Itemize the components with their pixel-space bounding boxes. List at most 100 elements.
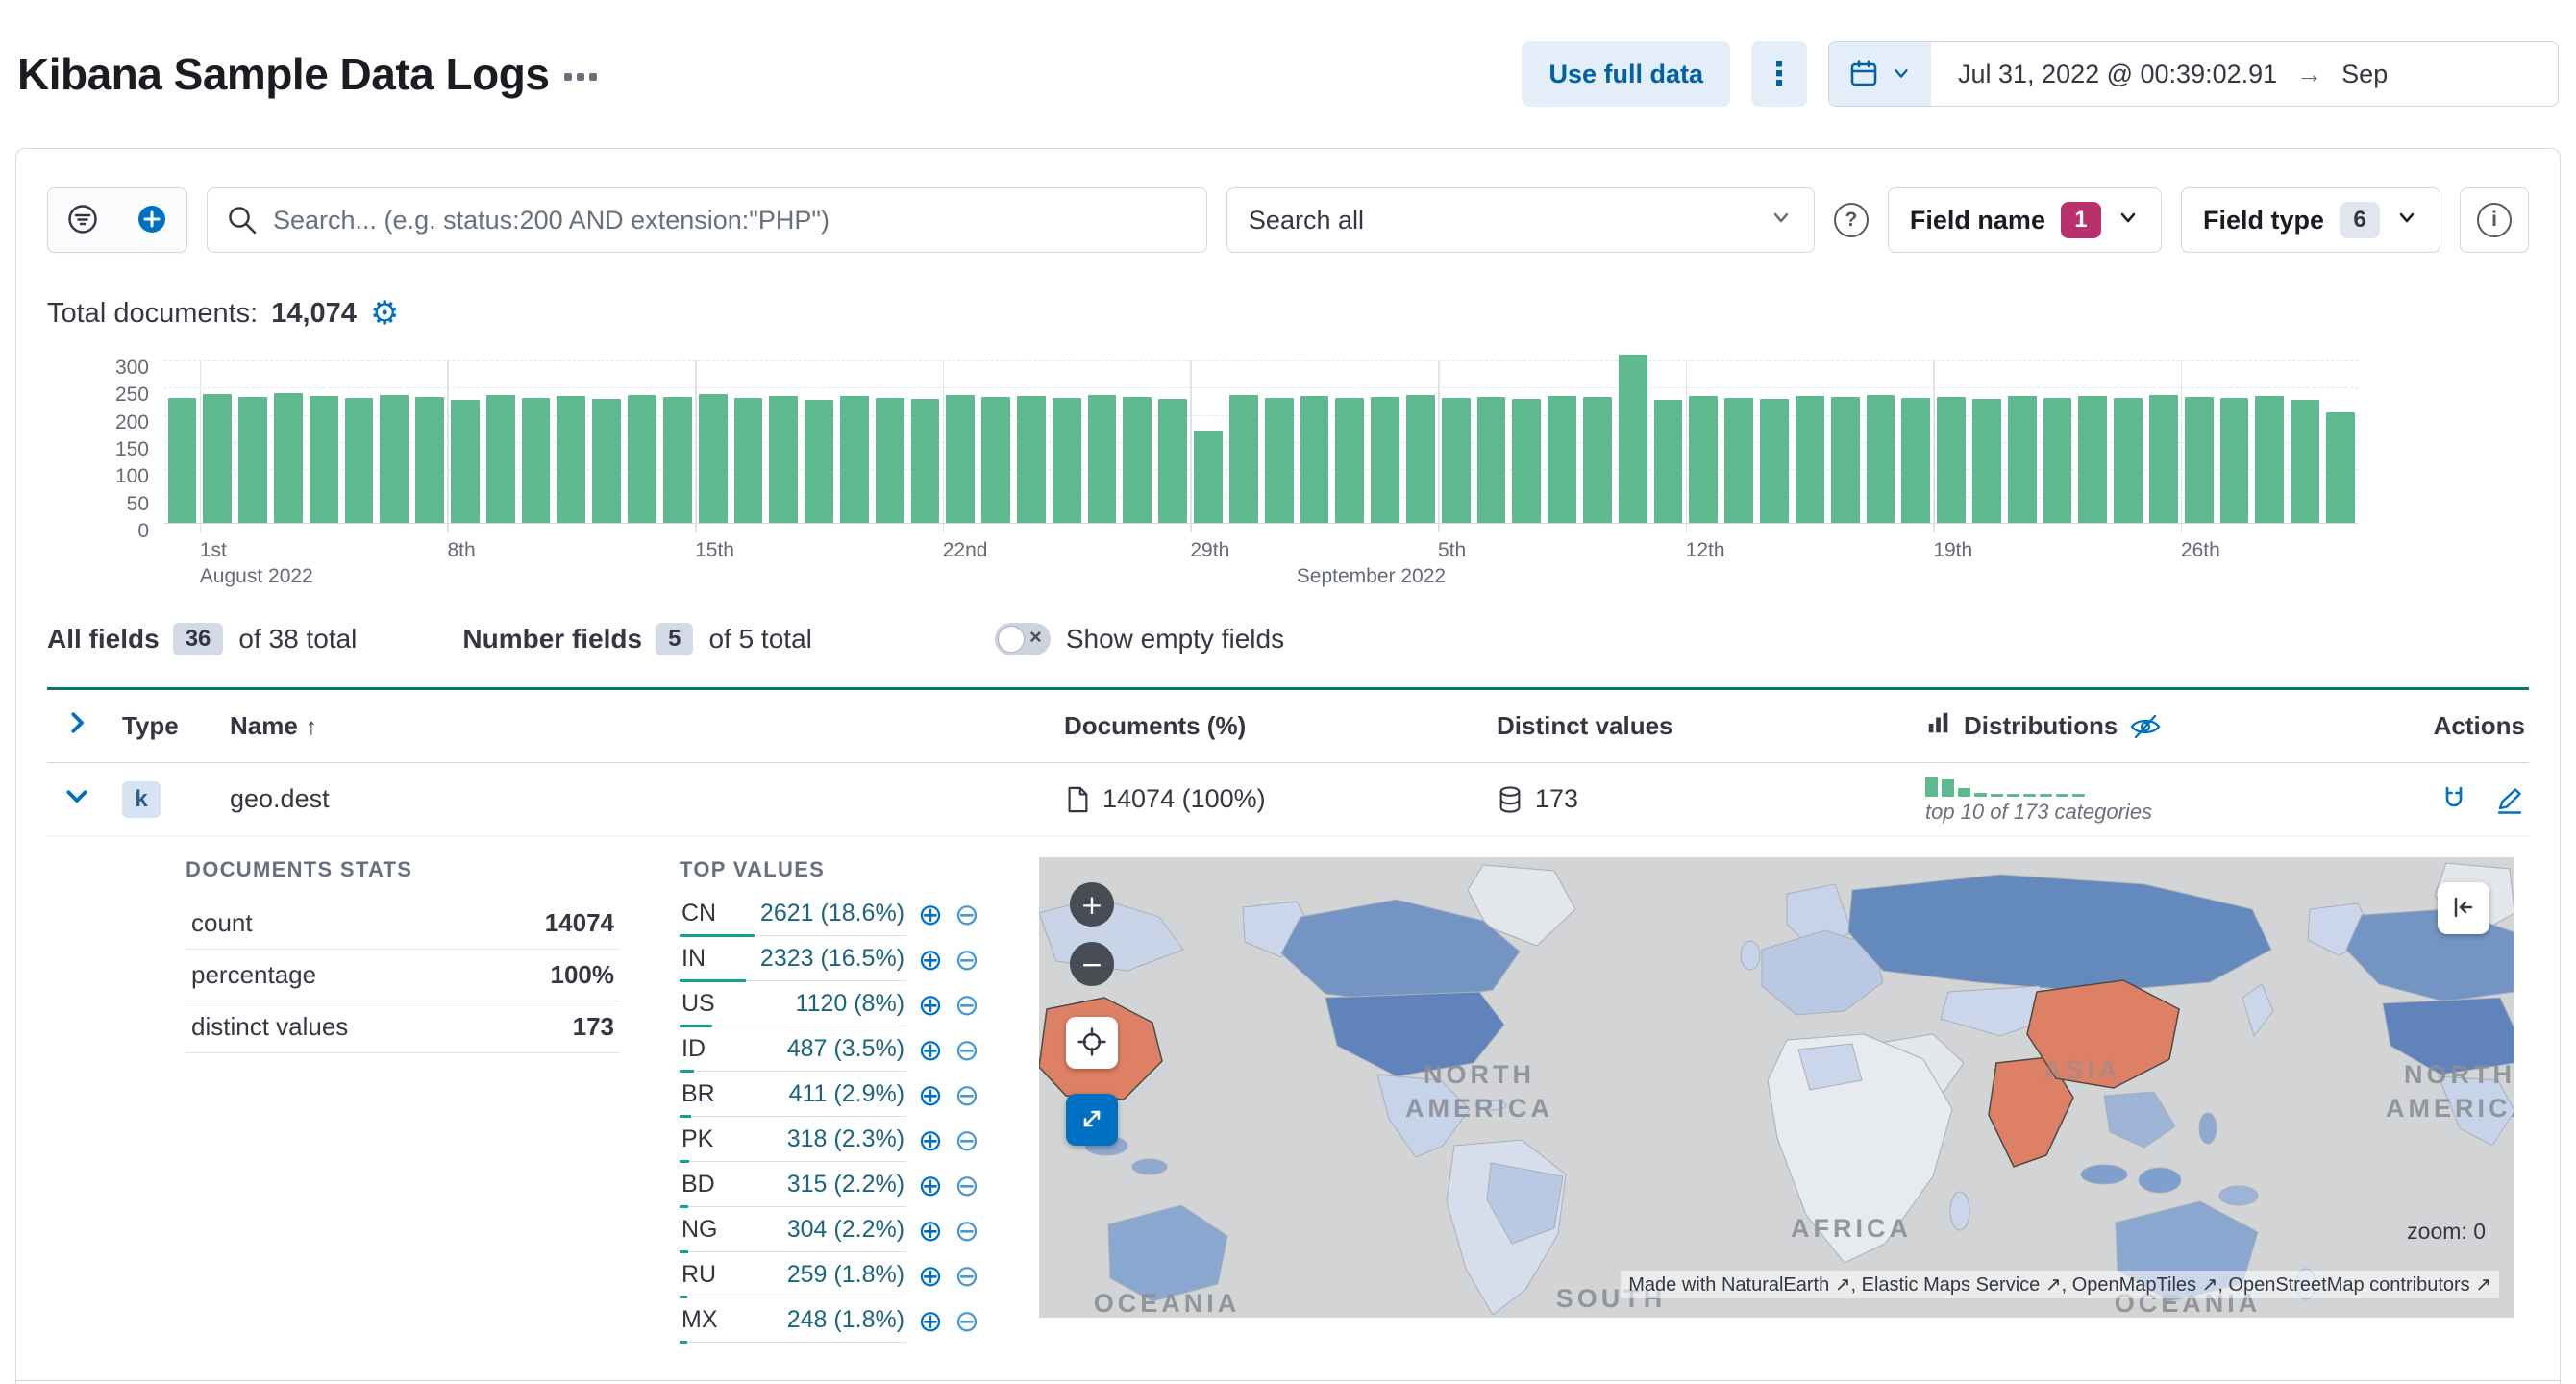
histogram-bar[interactable] [2184,397,2214,523]
help-button[interactable]: ? [1833,203,1869,237]
histogram-bar[interactable] [1405,395,1435,523]
filter-out-value-button[interactable]: ⊖ [954,900,979,930]
boxes-horizontal-icon[interactable] [564,73,598,81]
search-input[interactable] [207,187,1207,253]
info-button[interactable]: i [2460,187,2529,253]
histogram-bar[interactable] [698,393,728,523]
show-empty-fields-label[interactable]: Show empty fields [1066,624,1284,655]
histogram-bar[interactable] [1548,395,1576,523]
expand-all-button[interactable] [47,708,122,744]
histogram-bar[interactable] [238,397,267,523]
histogram-bar[interactable] [1583,397,1612,523]
filter-out-value-button[interactable]: ⊖ [954,945,979,976]
histogram-bar[interactable] [769,396,799,523]
add-filter-button[interactable] [117,188,186,252]
date-end[interactable]: Sep [2341,60,2388,89]
use-full-data-button[interactable]: Use full data [1522,41,1730,107]
quick-select-date-button[interactable] [1829,42,1931,106]
gear-icon[interactable]: ⚙ [370,294,399,333]
histogram-bar[interactable] [1158,399,1188,523]
histogram-bar[interactable] [1476,396,1506,523]
histogram-bar[interactable] [1300,396,1329,523]
histogram-bar[interactable] [733,398,763,523]
filter-out-value-button[interactable]: ⊖ [954,1306,979,1337]
histogram-bar[interactable] [1901,398,1931,523]
field-row-geo-dest[interactable]: k geo.dest 14074 (100%) 173 top 10 of 17… [47,763,2529,836]
filter-for-value-button[interactable]: ⊕ [918,945,943,976]
filter-for-value-button[interactable]: ⊕ [918,990,943,1021]
histogram-bar[interactable] [1335,398,1365,523]
histogram-bar[interactable] [1123,396,1152,523]
filter-out-value-button[interactable]: ⊖ [954,1171,979,1201]
histogram-bar[interactable] [1228,395,1258,523]
filter-out-value-button[interactable]: ⊖ [954,1125,979,1156]
histogram-bar[interactable] [1971,399,2001,523]
histogram-bar[interactable] [1264,397,1294,523]
histogram-bar[interactable] [485,395,515,523]
filter-out-value-button[interactable]: ⊖ [954,1216,979,1247]
filter-out-value-button[interactable]: ⊖ [954,1261,979,1292]
search-scope-select[interactable]: Search all [1226,187,1815,253]
header-documents[interactable]: Documents (%) [1064,711,1497,741]
histogram-bar[interactable] [1689,395,1719,523]
histogram-bar[interactable] [415,397,444,523]
legend-toggle-button[interactable] [2438,882,2489,934]
show-empty-fields-toggle[interactable]: × [994,623,1051,655]
histogram-bar[interactable] [309,395,338,523]
date-start[interactable]: Jul 31, 2022 @ 00:39:02.91 [1958,60,2277,89]
histogram-bar[interactable] [592,399,622,523]
filter-for-value-button[interactable]: ⊕ [918,1035,943,1066]
field-name[interactable]: geo.dest [230,784,1064,814]
histogram-bar[interactable] [1371,397,1399,523]
eye-slash-icon[interactable] [2129,712,2162,741]
histogram-bar[interactable] [203,393,233,523]
filter-for-value-button[interactable]: ⊕ [918,1171,943,1201]
choropleth-map[interactable]: NORTH AMERICA ASIA AFRICA OCEANIA SOUTH OCEANI… [1039,857,2514,1318]
histogram-bar[interactable] [1441,398,1471,523]
set-view-button[interactable] [1066,1017,1118,1069]
histogram-bar[interactable] [1194,431,1223,523]
histogram-bar[interactable] [1017,396,1046,523]
histogram-bar[interactable] [2043,397,2072,523]
histogram-bar[interactable] [1795,396,1824,523]
expand-map-button[interactable] [1066,1094,1118,1146]
edit-icon[interactable] [2494,784,2525,815]
histogram-bar[interactable] [2291,399,2320,523]
header-name[interactable]: Name ↑ [230,711,1064,741]
histogram-bar[interactable] [2078,396,2108,523]
histogram-bar[interactable] [1052,398,1081,523]
histogram-bar[interactable] [521,397,551,523]
histogram-bar[interactable] [2007,395,2037,523]
header-distinct-values[interactable]: Distinct values [1497,711,1925,741]
filter-for-value-button[interactable]: ⊕ [918,1125,943,1156]
zoom-out-button[interactable]: − [1070,942,1114,986]
histogram-bar[interactable] [1087,394,1117,523]
histogram-bar[interactable] [1937,396,1966,523]
date-range-display[interactable]: Jul 31, 2022 @ 00:39:02.91 → Sep [1931,42,2415,106]
histogram-bar[interactable] [839,395,869,523]
magnet-icon[interactable] [2439,784,2469,815]
histogram-bar[interactable] [380,395,409,523]
histogram-bar[interactable] [1830,397,1860,523]
filter-for-value-button[interactable]: ⊕ [918,1261,943,1292]
histogram-bar[interactable] [981,397,1010,523]
filter-for-value-button[interactable]: ⊕ [918,1216,943,1247]
histogram-bar[interactable] [628,395,656,523]
header-type[interactable]: Type [122,711,230,741]
histogram-bar[interactable] [662,397,692,523]
field-type-filter-button[interactable]: Field type 6 [2180,187,2440,253]
histogram-bar[interactable] [273,392,303,523]
histogram-bar[interactable] [1653,399,1683,523]
histogram-bar[interactable] [451,399,480,523]
histogram-bar[interactable] [2255,396,2285,523]
filter-for-value-button[interactable]: ⊕ [918,900,943,930]
filter-out-value-button[interactable]: ⊖ [954,990,979,1021]
histogram-bar[interactable] [1512,399,1542,523]
histogram-bar[interactable] [2326,411,2355,523]
filter-for-value-button[interactable]: ⊕ [918,1306,943,1337]
histogram-bar[interactable] [805,399,833,523]
collapse-row-button[interactable] [47,781,122,817]
histogram-bar[interactable] [875,397,904,523]
histogram-bar[interactable] [167,398,197,523]
histogram-bar[interactable] [557,396,586,523]
